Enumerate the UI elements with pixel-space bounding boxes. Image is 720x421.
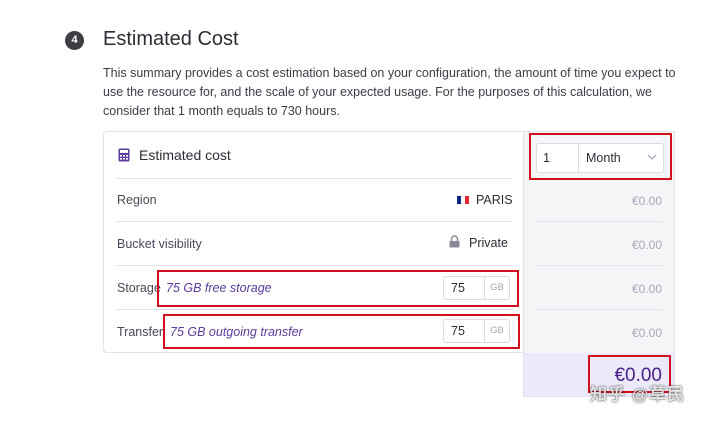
storage-unit: GB bbox=[484, 277, 509, 299]
transfer-description: 75 GB outgoing transfer bbox=[170, 325, 303, 339]
chevron-down-icon[interactable] bbox=[647, 153, 657, 161]
price-divider bbox=[536, 309, 662, 310]
region-label: Region bbox=[117, 193, 157, 207]
bucket-visibility-label: Bucket visibility bbox=[117, 237, 202, 251]
bucket-visibility-price: €0.00 bbox=[631, 238, 662, 252]
lock-icon bbox=[449, 235, 460, 248]
watermark: 知乎 @草民 bbox=[590, 385, 686, 404]
storage-price: €0.00 bbox=[631, 282, 662, 296]
storage-input[interactable]: 75 GB bbox=[443, 276, 510, 300]
section-description: This summary provides a cost estimation … bbox=[103, 66, 676, 118]
transfer-input[interactable]: 75 GB bbox=[443, 319, 510, 343]
period-quantity-input[interactable]: 1 bbox=[536, 143, 579, 173]
card-title: Estimated cost bbox=[139, 147, 231, 163]
transfer-unit: GB bbox=[484, 320, 509, 342]
transfer-input-value[interactable]: 75 bbox=[444, 320, 484, 342]
bucket-visibility-value: Private bbox=[469, 236, 508, 250]
storage-description: 75 GB free storage bbox=[166, 281, 272, 295]
transfer-label: Transfer bbox=[117, 325, 164, 339]
step-number-badge: 4 bbox=[65, 31, 84, 50]
row-divider bbox=[116, 178, 512, 179]
price-divider bbox=[536, 265, 662, 266]
france-flag-icon bbox=[457, 196, 469, 204]
region-value: PARIS bbox=[476, 193, 513, 207]
region-price: €0.00 bbox=[631, 194, 662, 208]
price-divider bbox=[536, 221, 662, 222]
row-divider bbox=[116, 221, 512, 222]
transfer-price: €0.00 bbox=[631, 326, 662, 340]
calculator-icon bbox=[118, 148, 130, 162]
section-title: Estimated Cost bbox=[103, 28, 239, 50]
row-divider bbox=[116, 309, 512, 310]
storage-label: Storage bbox=[117, 281, 161, 295]
row-divider bbox=[116, 265, 512, 266]
storage-input-value[interactable]: 75 bbox=[444, 277, 484, 299]
